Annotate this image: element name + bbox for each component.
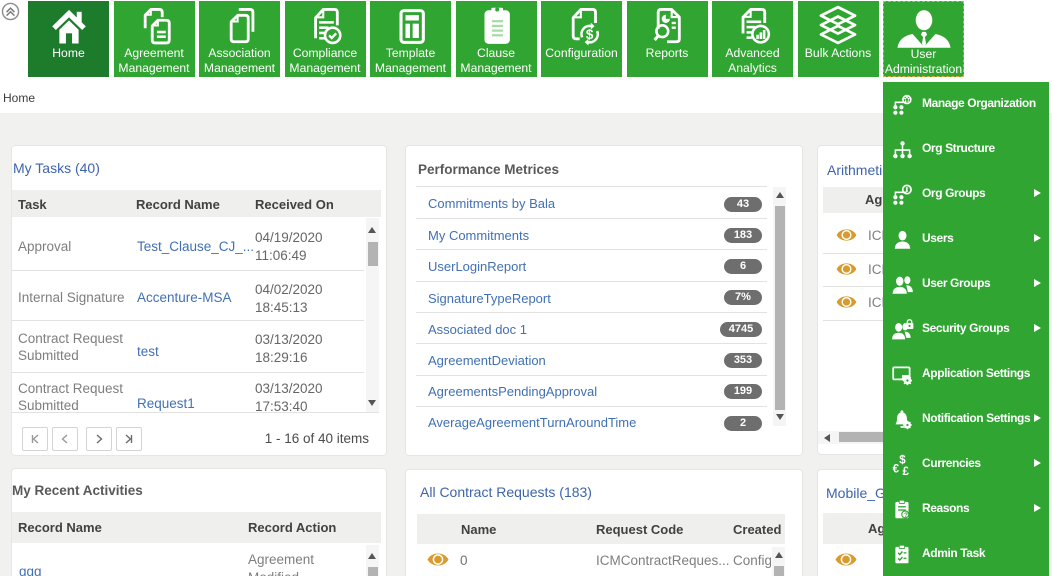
svg-text:$: $ [585, 27, 593, 42]
svg-text:$: $ [899, 454, 906, 466]
svg-text:£: £ [903, 466, 910, 476]
svg-text:€: € [893, 464, 900, 476]
svg-text:?: ? [904, 512, 908, 519]
